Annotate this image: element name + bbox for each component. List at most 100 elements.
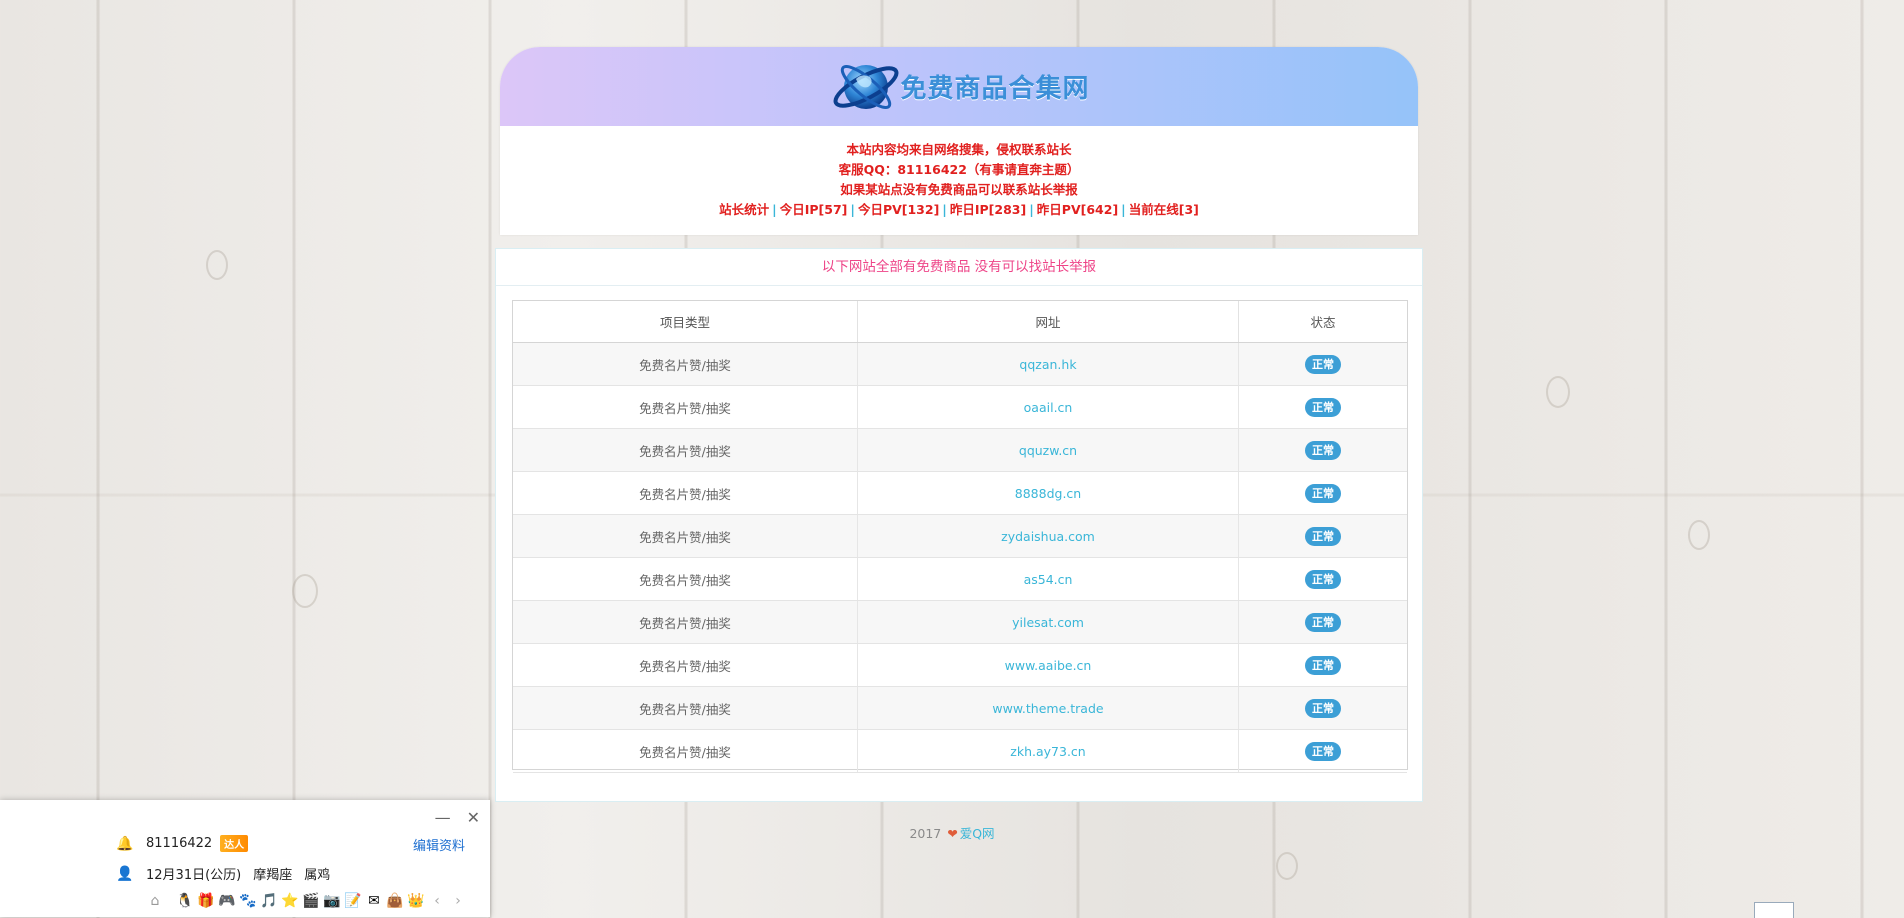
row-status: 正常 (1238, 514, 1407, 558)
mail-icon[interactable]: ✉ (365, 892, 383, 910)
table-row: 免费名片赞/抽奖 as54.cn 正常 (513, 557, 1407, 601)
row-url-link[interactable]: as54.cn (857, 557, 1239, 601)
status-badge: 正常 (1305, 655, 1341, 675)
row-type: 免费名片赞/抽奖 (513, 428, 858, 472)
chevron-right-icon[interactable]: › (449, 892, 467, 910)
row-type: 免费名片赞/抽奖 (513, 385, 858, 429)
game-icon[interactable]: 🎮 (218, 892, 236, 910)
row-status: 正常 (1238, 471, 1407, 515)
wood-knot (1276, 852, 1298, 880)
row-status: 正常 (1238, 686, 1407, 730)
row-url-link[interactable]: yilesat.com (857, 600, 1239, 644)
pet-icon[interactable]: 🐾 (239, 892, 257, 910)
row-url-link[interactable]: www.theme.trade (857, 686, 1239, 730)
row-status: 正常 (1238, 385, 1407, 429)
status-badge: 正常 (1305, 569, 1341, 589)
row-type: 免费名片赞/抽奖 (513, 557, 858, 601)
status-badge: 正常 (1305, 612, 1341, 632)
heart-icon: ❤ (947, 826, 958, 841)
row-status: 正常 (1238, 600, 1407, 644)
row-type: 免费名片赞/抽奖 (513, 471, 858, 515)
stats-online[interactable]: 当前在线[3] (1129, 202, 1199, 217)
stats-separator: | (772, 202, 777, 217)
close-icon[interactable]: ✕ (467, 808, 480, 827)
wood-knot (1546, 376, 1570, 408)
qq-penguin-icon[interactable]: 🐧 (176, 892, 194, 910)
status-badge: 正常 (1305, 741, 1341, 761)
row-url-link[interactable]: 8888dg.cn (857, 471, 1239, 515)
table-row: 免费名片赞/抽奖 www.aaibe.cn 正常 (513, 643, 1407, 687)
chinese-zodiac: 属鸡 (304, 868, 331, 883)
popup-window-controls: — ✕ (435, 808, 480, 827)
qq-number-row: 🔔 81116422 达人 (116, 835, 249, 852)
crown-icon[interactable]: 👑 (407, 892, 425, 910)
status-badge: 正常 (1305, 483, 1341, 503)
row-url-link[interactable]: oaail.cn (857, 385, 1239, 429)
chevron-left-icon[interactable]: ‹ (428, 892, 446, 910)
qq-profile-popup: — ✕ 🔔 81116422 达人 编辑资料 👤 12月31日(公历) 摩羯座 … (0, 800, 490, 917)
gift-icon[interactable]: 🎁 (197, 892, 215, 910)
site-table-wrapper: 项目类型 网址 状态 免费名片赞/抽奖 qqzan.hk 正常 免费名片赞/抽奖… (512, 300, 1408, 773)
globe-icon (834, 64, 899, 109)
row-url-link[interactable]: zydaishua.com (857, 514, 1239, 558)
status-badge: 正常 (1305, 440, 1341, 460)
site-stats: 站长统计 | 今日IP[57] | 今日PV[132] | 昨日IP[283] | 昨日PV[6… (500, 200, 1418, 220)
status-badge: 正常 (1305, 698, 1341, 718)
row-url-link[interactable]: www.aaibe.cn (857, 643, 1239, 687)
row-type: 免费名片赞/抽奖 (513, 514, 858, 558)
wood-knot (206, 250, 228, 280)
stats-separator: | (942, 202, 947, 217)
stats-separator: | (1029, 202, 1034, 217)
bell-icon: 🔔 (116, 835, 134, 852)
home-icon[interactable]: ⌂ (146, 892, 164, 910)
notice-line: 客服QQ：81116422（有事请直奔主题） (838, 162, 1080, 177)
vip-badge: 达人 (220, 835, 249, 852)
zodiac: 摩羯座 (253, 868, 293, 883)
notice-line: 如果某站点没有免费商品可以联系站长举报 (840, 182, 1078, 197)
row-url-link[interactable]: qquzw.cn (857, 428, 1239, 472)
stats-yesterday-pv[interactable]: 昨日PV[642] (1037, 202, 1118, 217)
wood-knot (292, 574, 318, 608)
note-icon[interactable]: 📝 (344, 892, 362, 910)
row-type: 免费名片赞/抽奖 (513, 342, 858, 386)
table-row: 免费名片赞/抽奖 qqzan.hk 正常 (513, 342, 1407, 386)
minimize-icon[interactable]: — (435, 808, 451, 827)
floating-widget[interactable] (1754, 902, 1794, 918)
user-icon: 👤 (116, 865, 134, 882)
status-badge: 正常 (1305, 354, 1341, 374)
stats-separator: | (1121, 202, 1126, 217)
table-header-row: 项目类型 网址 状态 (513, 301, 1407, 343)
row-url-link[interactable]: qqzan.hk (857, 342, 1239, 386)
star-icon[interactable]: ⭐ (281, 892, 299, 910)
row-type: 免费名片赞/抽奖 (513, 643, 858, 687)
stats-today-pv[interactable]: 今日PV[132] (858, 202, 939, 217)
video-icon[interactable]: 🎬 (302, 892, 320, 910)
birthday: 12月31日(公历) (146, 868, 242, 883)
footer-brand-link[interactable]: 爱Q网 (960, 826, 995, 841)
site-table: 项目类型 网址 状态 免费名片赞/抽奖 qqzan.hk 正常 免费名片赞/抽奖… (513, 301, 1407, 773)
table-row: 免费名片赞/抽奖 8888dg.cn 正常 (513, 471, 1407, 515)
bag-icon[interactable]: 👜 (386, 892, 404, 910)
site-logo[interactable]: 免费商品合集网 (828, 49, 1089, 125)
site-header: 免费商品合集网 本站内容均来自网络搜集，侵权联系站长 客服QQ：81116422… (500, 47, 1418, 235)
stats-today-ip[interactable]: 今日IP[57] (780, 202, 848, 217)
row-type: 免费名片赞/抽奖 (513, 600, 858, 644)
edit-profile-link[interactable]: 编辑资料 (413, 835, 465, 854)
table-row: 免费名片赞/抽奖 zkh.ay73.cn 正常 (513, 729, 1407, 773)
stats-yesterday-ip[interactable]: 昨日IP[283] (950, 202, 1026, 217)
row-status: 正常 (1238, 643, 1407, 687)
qq-number: 81116422 (146, 836, 213, 851)
photo-icon[interactable]: 📷 (323, 892, 341, 910)
status-badge: 正常 (1305, 397, 1341, 417)
table-row: 免费名片赞/抽奖 www.theme.trade 正常 (513, 686, 1407, 730)
row-type: 免费名片赞/抽奖 (513, 686, 858, 730)
notice-block: 本站内容均来自网络搜集，侵权联系站长 客服QQ：81116422（有事请直奔主题… (500, 126, 1418, 220)
footer-year: 2017 (909, 826, 942, 841)
stats-link[interactable]: 站长统计 (719, 202, 769, 217)
stats-separator: | (850, 202, 855, 217)
table-row: 免费名片赞/抽奖 qquzw.cn 正常 (513, 428, 1407, 472)
site-list-card: 以下网站全部有免费商品 没有可以找站长举报 项目类型 网址 状态 免费名片赞/抽… (495, 248, 1423, 802)
table-row: 免费名片赞/抽奖 oaail.cn 正常 (513, 385, 1407, 429)
row-url-link[interactable]: zkh.ay73.cn (857, 729, 1239, 773)
music-icon[interactable]: 🎵 (260, 892, 278, 910)
